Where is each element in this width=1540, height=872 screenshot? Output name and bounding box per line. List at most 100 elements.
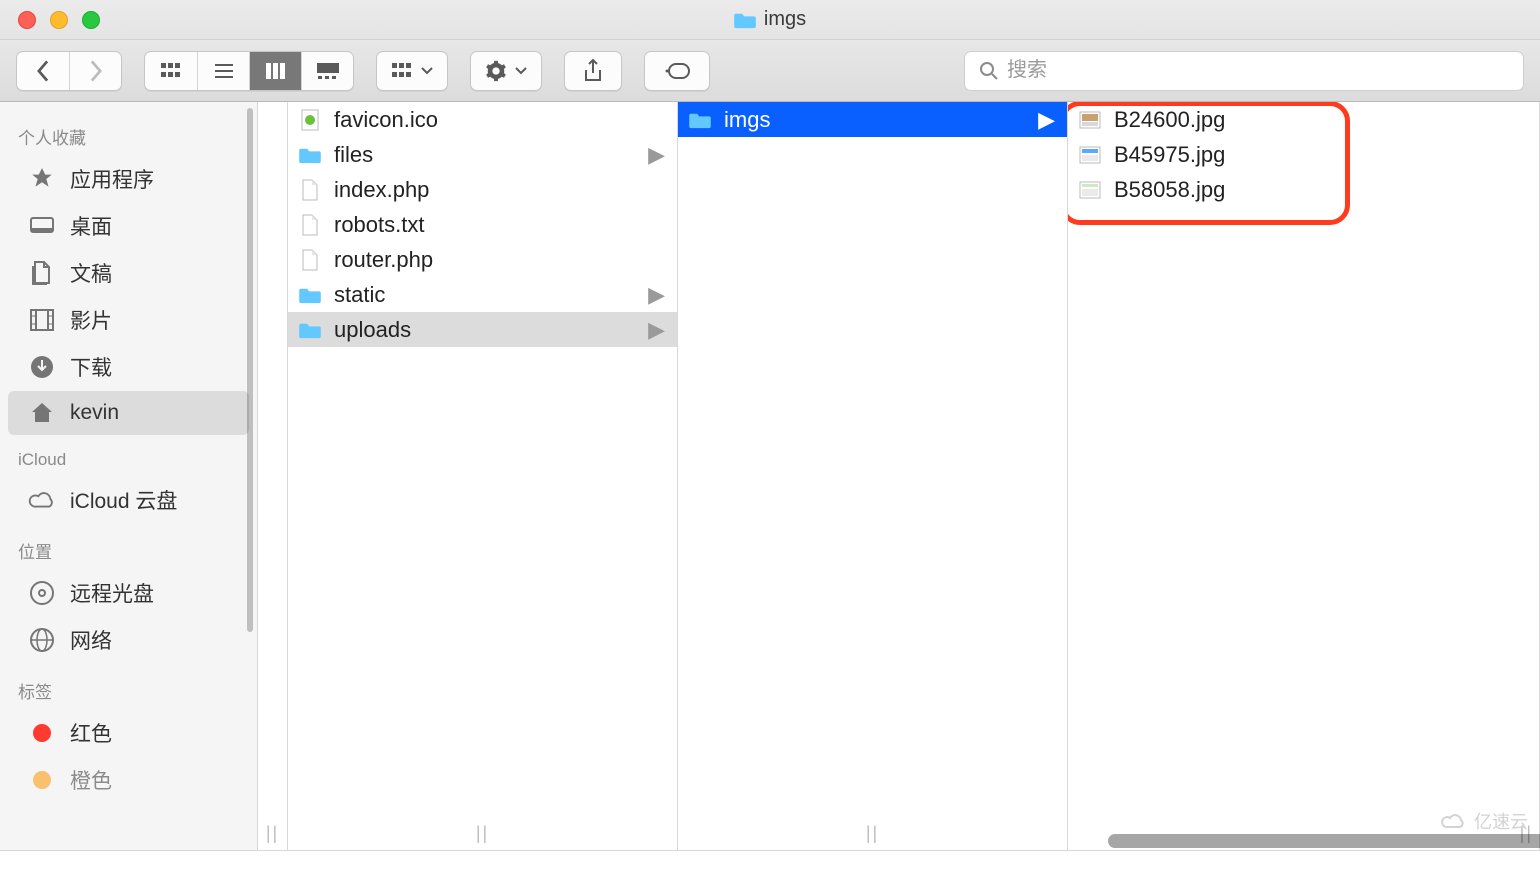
cloud-icon [28,486,56,514]
ico-file-icon [298,109,322,131]
folder-row[interactable]: files ▶ [288,137,677,172]
folder-row-selected[interactable]: imgs ▶ [678,102,1067,137]
sidebar: 个人收藏 应用程序 桌面 文稿 影片 下载 [0,102,258,850]
sidebar-item-label: 橙色 [70,765,112,795]
forward-button[interactable] [69,52,121,90]
sidebar-section-favorites: 个人收藏 [0,110,257,155]
file-icon [298,179,322,201]
image-file-icon [1078,109,1102,131]
sidebar-item-desktop[interactable]: 桌面 [8,203,249,249]
file-row[interactable]: B58058.jpg [1068,172,1539,207]
folder-row-selected[interactable]: uploads ▶ [288,312,677,347]
applications-icon [28,165,56,193]
search-field[interactable] [964,51,1524,91]
view-mode-segment [144,51,354,91]
back-button[interactable] [17,52,69,90]
file-name: static [334,282,385,308]
desktop-icon [28,212,56,240]
sidebar-item-home[interactable]: kevin [8,391,249,435]
file-row[interactable]: B45975.jpg [1068,137,1539,172]
sidebar-item-label: iCloud 云盘 [70,485,177,515]
file-name: imgs [724,107,770,133]
folder-icon [298,144,322,166]
file-row[interactable]: robots.txt [288,207,677,242]
chevron-right-icon: ▶ [648,142,665,168]
column-gutter: || [258,102,288,850]
minimize-window-button[interactable] [50,11,68,29]
column-resize-handle[interactable]: || [476,823,489,844]
folder-icon [688,109,712,131]
sidebar-item-label: 影片 [70,305,112,335]
sidebar-item-label: 远程光盘 [70,578,154,608]
sidebar-item-remote-disc[interactable]: 远程光盘 [8,570,249,616]
file-name: robots.txt [334,212,424,238]
file-name: B24600.jpg [1114,107,1225,133]
search-icon [979,61,999,81]
close-window-button[interactable] [18,11,36,29]
sidebar-section-tags: 标签 [0,664,257,709]
sidebar-item-label: 下载 [70,352,112,382]
sidebar-item-network[interactable]: 网络 [8,617,249,663]
column-2: imgs ▶ || [678,102,1068,850]
file-icon [298,249,322,271]
file-name: files [334,142,373,168]
folder-row[interactable]: static ▶ [288,277,677,312]
view-list-button[interactable] [197,52,249,90]
finder-window: imgs [0,0,1540,872]
sidebar-item-label: 文稿 [70,258,112,288]
sidebar-item-label: 应用程序 [70,164,154,194]
sidebar-tag-red[interactable]: 红色 [8,710,249,756]
group-by-button[interactable] [376,51,448,91]
column-1: favicon.ico files ▶ index.php robots.txt [288,102,678,850]
sidebar-scrollbar[interactable] [247,108,253,632]
file-name: uploads [334,317,411,343]
movies-icon [28,306,56,334]
sidebar-item-icloud-drive[interactable]: iCloud 云盘 [8,477,249,523]
chevron-right-icon: ▶ [648,317,665,343]
sidebar-item-movies[interactable]: 影片 [8,297,249,343]
chevron-right-icon: ▶ [1038,107,1055,133]
toolbar [0,40,1540,102]
search-input[interactable] [1007,59,1509,82]
column-resize-handle[interactable]: || [866,823,879,844]
sidebar-tag-orange[interactable]: 橙色 [8,757,249,803]
file-row[interactable]: index.php [288,172,677,207]
view-column-button[interactable] [249,52,301,90]
bottom-bar [0,850,1540,872]
file-row[interactable]: B24600.jpg [1068,102,1539,137]
sidebar-item-applications[interactable]: 应用程序 [8,156,249,202]
file-row[interactable]: router.php [288,242,677,277]
file-name: B45975.jpg [1114,142,1225,168]
watermark-text: 亿速云 [1474,808,1528,834]
view-icon-button[interactable] [145,52,197,90]
file-name: B58058.jpg [1114,177,1225,203]
file-icon [298,214,322,236]
sidebar-item-downloads[interactable]: 下载 [8,344,249,390]
sidebar-item-label: 红色 [70,718,112,748]
sidebar-item-documents[interactable]: 文稿 [8,250,249,296]
action-menu-button[interactable] [470,51,542,91]
body: 个人收藏 应用程序 桌面 文稿 影片 下载 [0,102,1540,850]
sidebar-item-label: 桌面 [70,211,112,241]
globe-icon [28,626,56,654]
view-gallery-button[interactable] [301,52,353,90]
home-icon [28,399,56,427]
titlebar: imgs [0,0,1540,40]
tag-dot-icon [28,719,56,747]
file-name: favicon.ico [334,107,438,133]
chevron-right-icon: ▶ [648,282,665,308]
tags-button[interactable] [644,51,710,91]
folder-icon [734,11,756,29]
share-button[interactable] [564,51,622,91]
horizontal-scrollbar[interactable] [1108,834,1540,848]
column-resize-handle[interactable]: || [266,823,279,844]
file-row[interactable]: favicon.ico [288,102,677,137]
documents-icon [28,259,56,287]
folder-icon [298,284,322,306]
tag-dot-icon [28,766,56,794]
file-name: index.php [334,177,429,203]
sidebar-item-label: kevin [70,401,119,425]
window-title: imgs [764,8,806,31]
zoom-window-button[interactable] [82,11,100,29]
column-3: B24600.jpg B45975.jpg B58058.jpg || [1068,102,1540,850]
